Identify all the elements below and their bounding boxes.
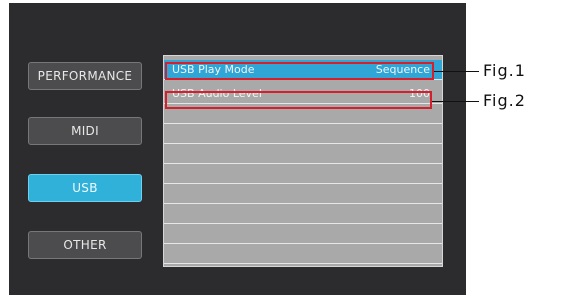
device-screen: PERFORMANCE MIDI USB OTHER USB Play Mode… bbox=[9, 3, 466, 295]
settings-row-empty[interactable] bbox=[164, 244, 442, 264]
settings-row-empty[interactable] bbox=[164, 124, 442, 144]
settings-row-empty[interactable] bbox=[164, 204, 442, 224]
fig2-leader-line bbox=[432, 101, 479, 102]
setting-label: USB Play Mode bbox=[172, 63, 255, 76]
sidebar-item-label: PERFORMANCE bbox=[37, 69, 133, 83]
settings-row-usb-audio-level[interactable]: USB Audio Level 100 bbox=[164, 84, 442, 104]
sidebar-item-label: OTHER bbox=[63, 238, 107, 252]
settings-row-empty[interactable] bbox=[164, 164, 442, 184]
setting-value: 100 bbox=[409, 87, 430, 100]
sidebar-item-label: USB bbox=[72, 181, 98, 195]
sidebar-item-usb[interactable]: USB bbox=[28, 174, 142, 202]
sidebar-item-performance[interactable]: PERFORMANCE bbox=[28, 62, 142, 90]
sidebar-item-other[interactable]: OTHER bbox=[28, 231, 142, 259]
setting-label: USB Audio Level bbox=[172, 87, 262, 100]
settings-row-empty[interactable] bbox=[164, 224, 442, 244]
settings-list: USB Play Mode Sequence USB Audio Level 1… bbox=[163, 55, 443, 267]
fig1-label: Fig.1 bbox=[483, 61, 526, 80]
settings-row-empty[interactable] bbox=[164, 184, 442, 204]
settings-row-usb-play-mode[interactable]: USB Play Mode Sequence bbox=[164, 60, 442, 80]
sidebar-item-midi[interactable]: MIDI bbox=[28, 117, 142, 145]
setting-value: Sequence bbox=[375, 63, 430, 76]
fig1-leader-line bbox=[434, 71, 479, 72]
fig2-label: Fig.2 bbox=[483, 91, 526, 110]
settings-row-empty[interactable] bbox=[164, 104, 442, 124]
settings-row-empty[interactable] bbox=[164, 144, 442, 164]
sidebar-item-label: MIDI bbox=[71, 124, 99, 138]
